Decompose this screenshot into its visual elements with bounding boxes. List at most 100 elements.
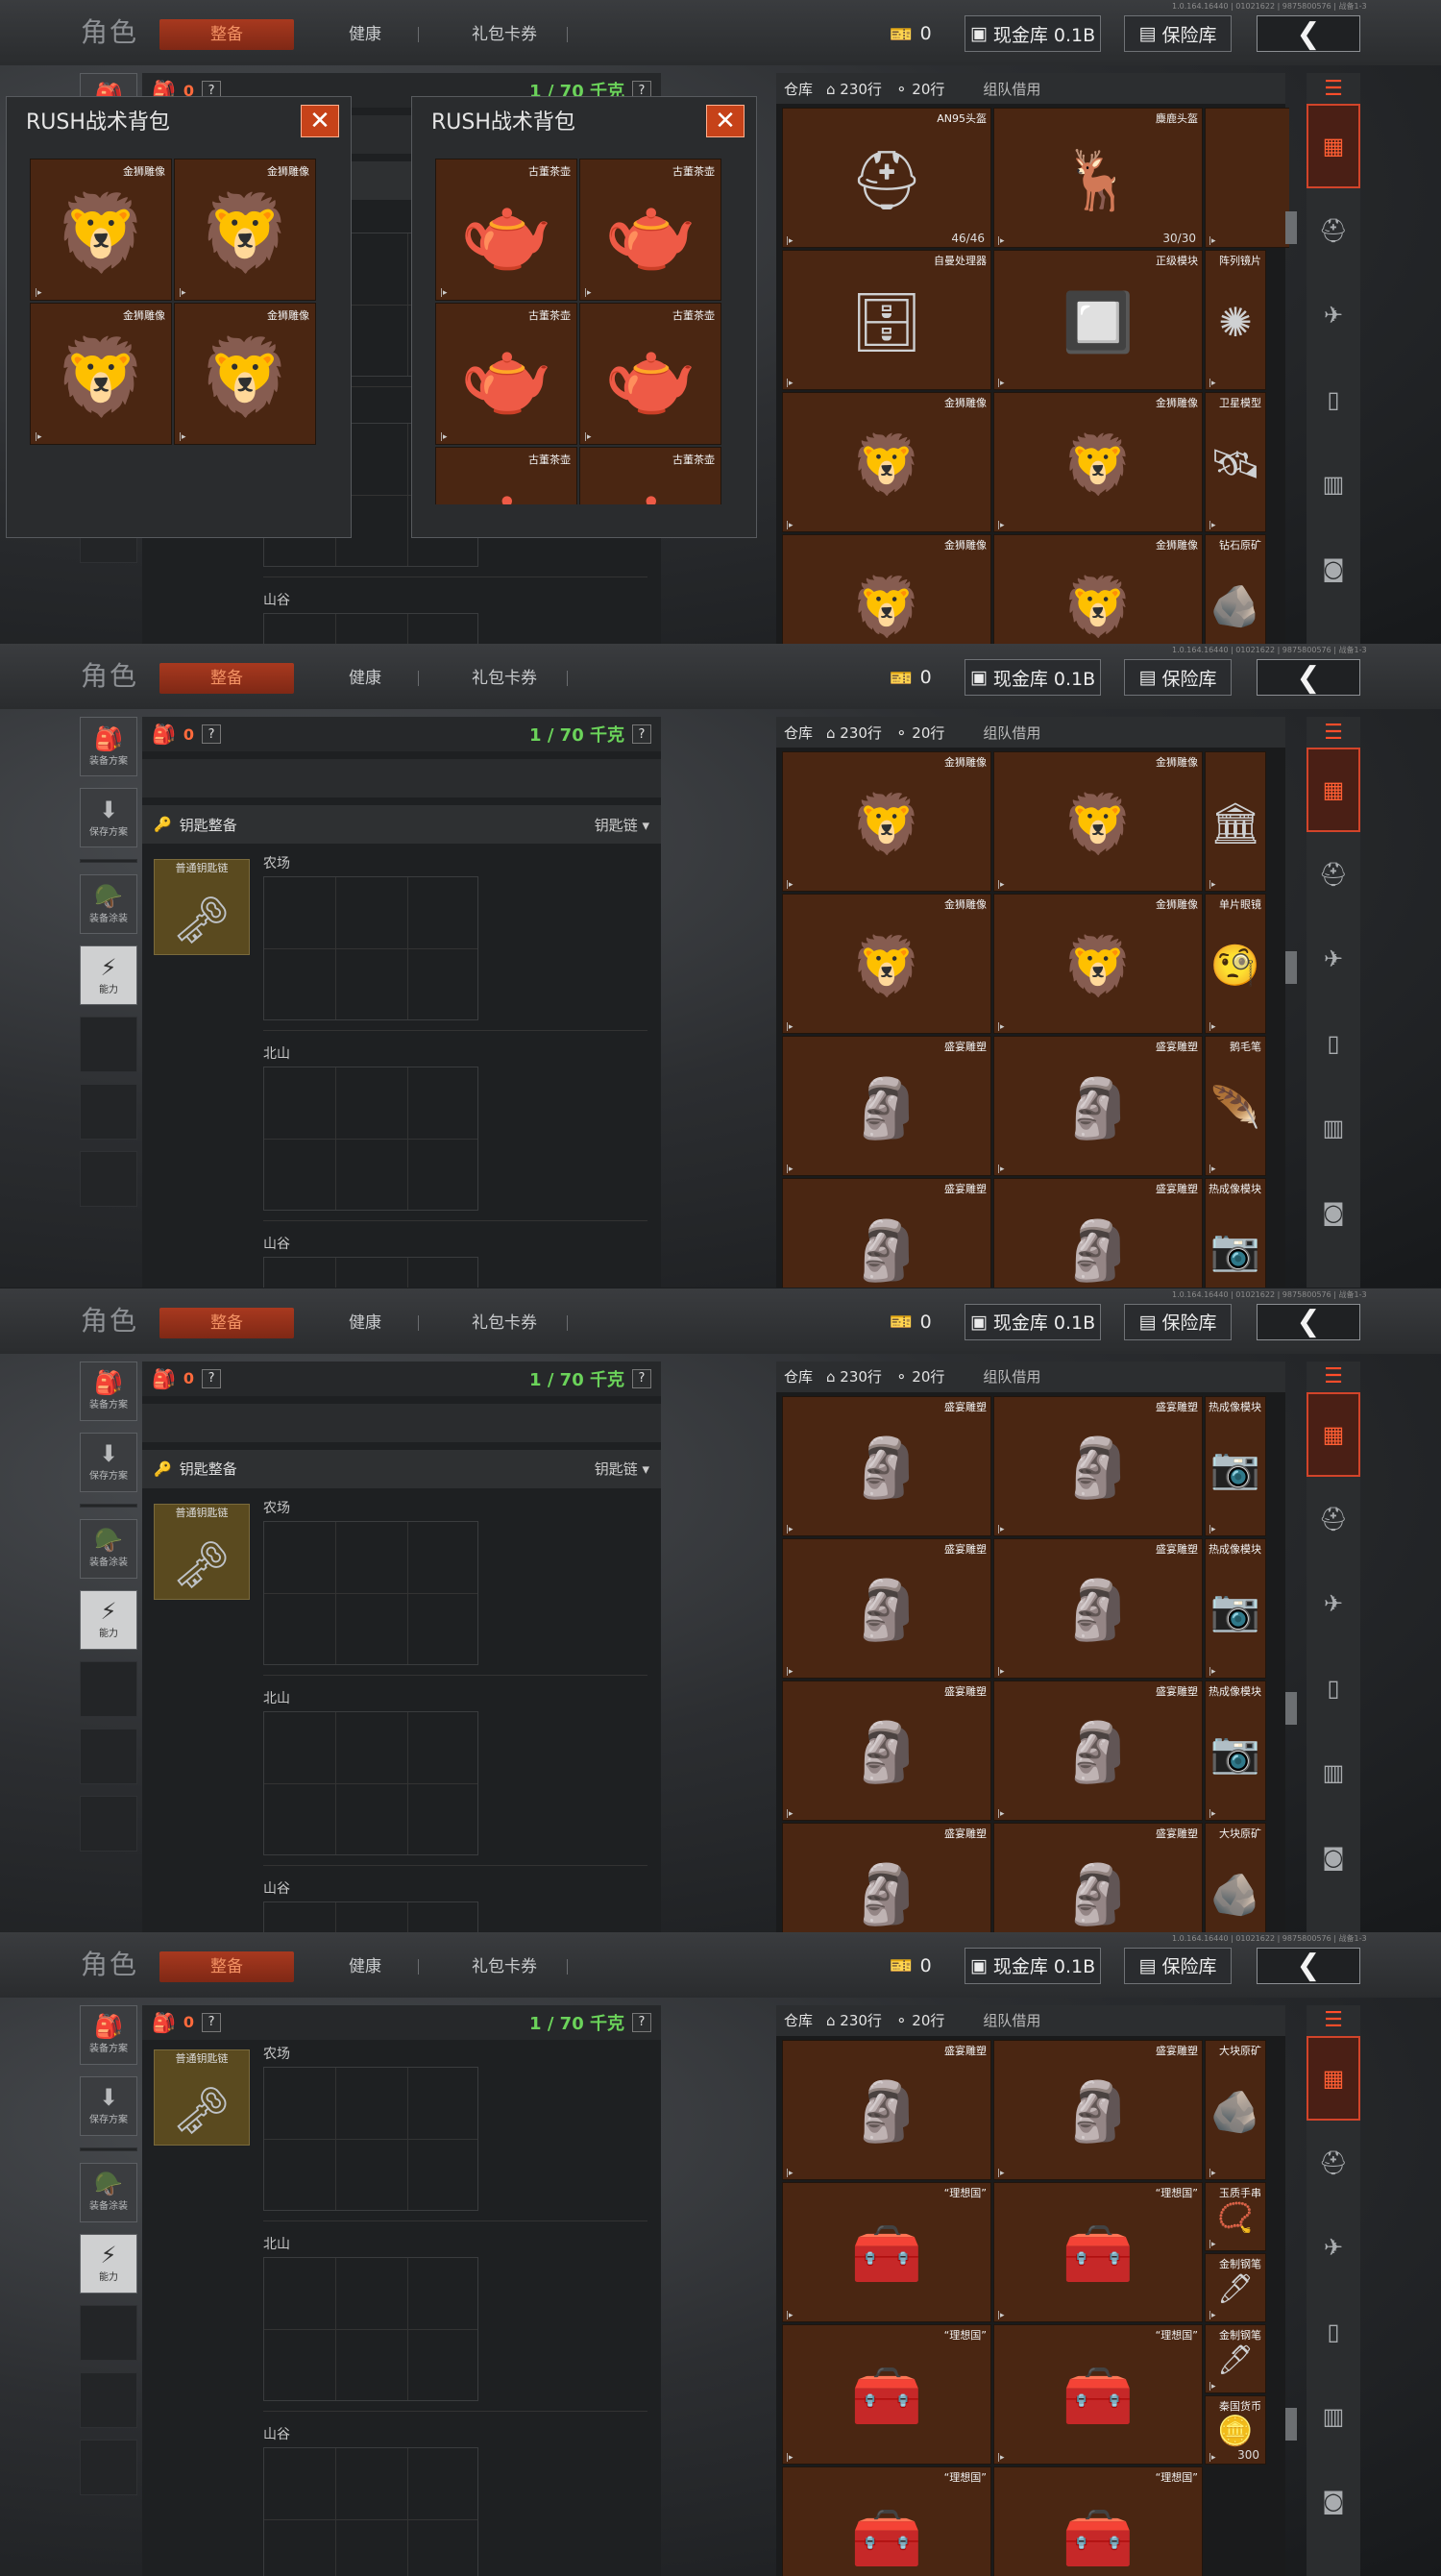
item-cell[interactable]: 热成像模块 📷 |▸	[1205, 1395, 1266, 1536]
zone-grid-1[interactable]	[263, 876, 478, 1021]
scroll-thumb[interactable]	[1285, 211, 1297, 244]
tab-2[interactable]: 健康	[317, 1951, 413, 1982]
item-cell[interactable]: 玉质手串 📿 |▸	[1205, 2181, 1266, 2251]
paint-button[interactable]: 🪖 装备涂装	[80, 874, 137, 935]
zone-grid-3[interactable]	[263, 613, 478, 644]
scroll-thumb[interactable]	[1285, 951, 1297, 985]
scroll-thumb[interactable]	[1285, 1691, 1297, 1725]
stack-icon[interactable]: ☰	[1307, 717, 1360, 748]
category-rifle-icon[interactable]: ✈	[1307, 273, 1360, 357]
zone-grid-3[interactable]	[263, 2446, 478, 2576]
category-rifle-icon[interactable]: ✈	[1307, 2205, 1360, 2290]
help-icon[interactable]: ?	[632, 1368, 651, 1388]
item-cell[interactable]: 盛宴雕塑🗿|▸	[782, 1822, 991, 1932]
category-chest-icon[interactable]: ▦	[1307, 2035, 1360, 2121]
zone-grid-1[interactable]	[263, 1520, 478, 1665]
team-borrow-tab[interactable]: 组队借用	[983, 79, 1040, 99]
item-cell[interactable]: 金狮雕像🦁|▸	[174, 303, 316, 445]
tab-1[interactable]: 整备	[159, 19, 294, 50]
category-helmet-icon[interactable]: ⛑	[1307, 2121, 1360, 2205]
team-borrow-tab[interactable]: 组队借用	[983, 2010, 1040, 2030]
item-cell[interactable]: 盛宴雕塑🗿|▸	[993, 1395, 1203, 1536]
plan-button[interactable]: 🎒 装备方案	[80, 717, 137, 777]
item-cell[interactable]: 金狮雕像🦁|▸	[993, 534, 1203, 644]
help-icon[interactable]: ?	[632, 724, 651, 745]
item-cell[interactable]: 金制钢笔 🖊 |▸	[1205, 2323, 1266, 2393]
item-cell[interactable]: 金狮雕像🦁|▸	[993, 392, 1203, 532]
item-cell[interactable]: 🏛 |▸	[1205, 751, 1266, 893]
item-cell[interactable]: 古董茶壶🫖|▸	[579, 447, 721, 504]
zone-grid-1[interactable]	[263, 2066, 478, 2211]
tab-3[interactable]: 礼包卡券	[452, 1951, 557, 1982]
back-button[interactable]: ❮	[1257, 659, 1360, 697]
plan-button[interactable]: 🎒 装备方案	[80, 2004, 137, 2065]
item-cell[interactable]: 金狮雕像🦁|▸	[782, 392, 991, 532]
item-cell[interactable]: 鹅毛笔 🪶 |▸	[1205, 1036, 1266, 1177]
item-cell[interactable]: 盛宴雕塑🗿|▸	[782, 1036, 991, 1177]
keychain-slot[interactable]: 普通钥匙链 🗝	[154, 1503, 250, 1600]
category-backpack-icon[interactable]: ◙	[1307, 2459, 1360, 2543]
back-button[interactable]: ❮	[1257, 15, 1360, 52]
item-cell[interactable]: “理想国”🧰|▸	[782, 2466, 991, 2576]
item-cell[interactable]: “理想国”🧰|▸	[993, 2181, 1203, 2322]
zone-grid-3[interactable]	[263, 1257, 478, 1288]
close-button[interactable]: ✕	[301, 105, 339, 137]
item-cell[interactable]: 金狮雕像🦁|▸	[782, 751, 991, 893]
zone-grid-2[interactable]	[263, 1710, 478, 1855]
close-button[interactable]: ✕	[706, 105, 745, 137]
item-cell[interactable]: 金狮雕像🦁|▸	[993, 751, 1203, 893]
safe-button[interactable]: ▤ 保险库	[1124, 1303, 1232, 1340]
warehouse-scrollbar[interactable]	[1285, 759, 1297, 1288]
back-button[interactable]: ❮	[1257, 1947, 1360, 1984]
save-plan-button[interactable]: ⬇ 保存方案	[80, 1432, 137, 1492]
plan-button[interactable]: 🎒 装备方案	[80, 1361, 137, 1421]
power-button[interactable]: ⚡ 能力	[80, 1589, 137, 1650]
zone-grid-2[interactable]	[263, 1067, 478, 1212]
item-cell[interactable]: 热成像模块 📷 |▸	[1205, 1537, 1266, 1679]
item-cell[interactable]: 盛宴雕塑🗿|▸	[993, 1680, 1203, 1821]
category-armor-icon[interactable]: ▥	[1307, 2374, 1360, 2459]
tab-3[interactable]: 礼包卡券	[452, 1308, 557, 1338]
category-chest-icon[interactable]: ▦	[1307, 104, 1360, 188]
item-cell[interactable]: 盛宴雕塑🗿|▸	[993, 1036, 1203, 1177]
item-cell[interactable]: 古董茶壶🫖|▸	[435, 303, 577, 445]
item-cell[interactable]: 盛宴雕塑🗿|▸	[993, 1537, 1203, 1679]
item-cell[interactable]: 金狮雕像🦁|▸	[993, 894, 1203, 1035]
category-backpack-icon[interactable]: ◙	[1307, 1815, 1360, 1900]
category-backpack-icon[interactable]: ◙	[1307, 1170, 1360, 1255]
power-button[interactable]: ⚡ 能力	[80, 2233, 137, 2294]
category-armor-icon[interactable]: ▥	[1307, 1086, 1360, 1170]
item-cell[interactable]: 卫星模型 🛰 |▸	[1205, 392, 1266, 532]
keychain-slot[interactable]: 普通钥匙链 🗝	[154, 2049, 250, 2146]
paint-button[interactable]: 🪖 装备涂装	[80, 2162, 137, 2222]
item-cell[interactable]: 盛宴雕塑🗿|▸	[782, 1680, 991, 1821]
key-section-row[interactable]: 🔑 钥匙整备 钥匙链 ▾	[142, 1449, 661, 1488]
item-cell[interactable]: 盛宴雕塑🗿|▸	[993, 2039, 1203, 2180]
tab-3[interactable]: 礼包卡券	[452, 663, 557, 694]
item-cell[interactable]: 阵列镜片 ✺ |▸	[1205, 250, 1266, 390]
category-helmet-icon[interactable]: ⛑	[1307, 188, 1360, 273]
back-button[interactable]: ❮	[1257, 1303, 1360, 1340]
cash-vault-button[interactable]: ▣ 现金库 0.1B	[965, 15, 1101, 52]
cash-vault-button[interactable]: ▣ 现金库 0.1B	[965, 1303, 1101, 1340]
category-helmet-icon[interactable]: ⛑	[1307, 832, 1360, 917]
item-cell[interactable]: 金狮雕像🦁|▸	[30, 159, 172, 301]
item-cell[interactable]: 大块原矿 🪨 |▸	[1205, 2039, 1266, 2180]
scroll-thumb[interactable]	[1285, 2407, 1297, 2441]
item-cell[interactable]: 金制钢笔 🖊 |▸	[1205, 2252, 1266, 2322]
item-cell[interactable]: 自曼处理器🗄|▸	[1205, 108, 1289, 248]
tab-1[interactable]: 整备	[159, 663, 294, 695]
item-cell[interactable]: 金狮雕像🦁|▸	[30, 303, 172, 445]
item-cell[interactable]: 古董茶壶🫖|▸	[579, 159, 721, 301]
item-cell[interactable]: 盛宴雕塑🗿|▸	[782, 2039, 991, 2180]
tab-3[interactable]: 礼包卡券	[452, 19, 557, 50]
tab-1[interactable]: 整备	[159, 1950, 294, 1982]
cash-vault-button[interactable]: ▣ 现金库 0.1B	[965, 659, 1101, 697]
item-cell[interactable]: 盛宴雕塑🗿|▸	[993, 1178, 1203, 1288]
safe-button[interactable]: ▤ 保险库	[1124, 15, 1232, 52]
category-armor-icon[interactable]: ▥	[1307, 442, 1360, 527]
item-cell[interactable]: 盛宴雕塑🗿|▸	[993, 1822, 1203, 1932]
paint-button[interactable]: 🪖 装备涂装	[80, 1518, 137, 1579]
zone-grid-2[interactable]	[263, 2256, 478, 2401]
safe-button[interactable]: ▤ 保险库	[1124, 1947, 1232, 1984]
